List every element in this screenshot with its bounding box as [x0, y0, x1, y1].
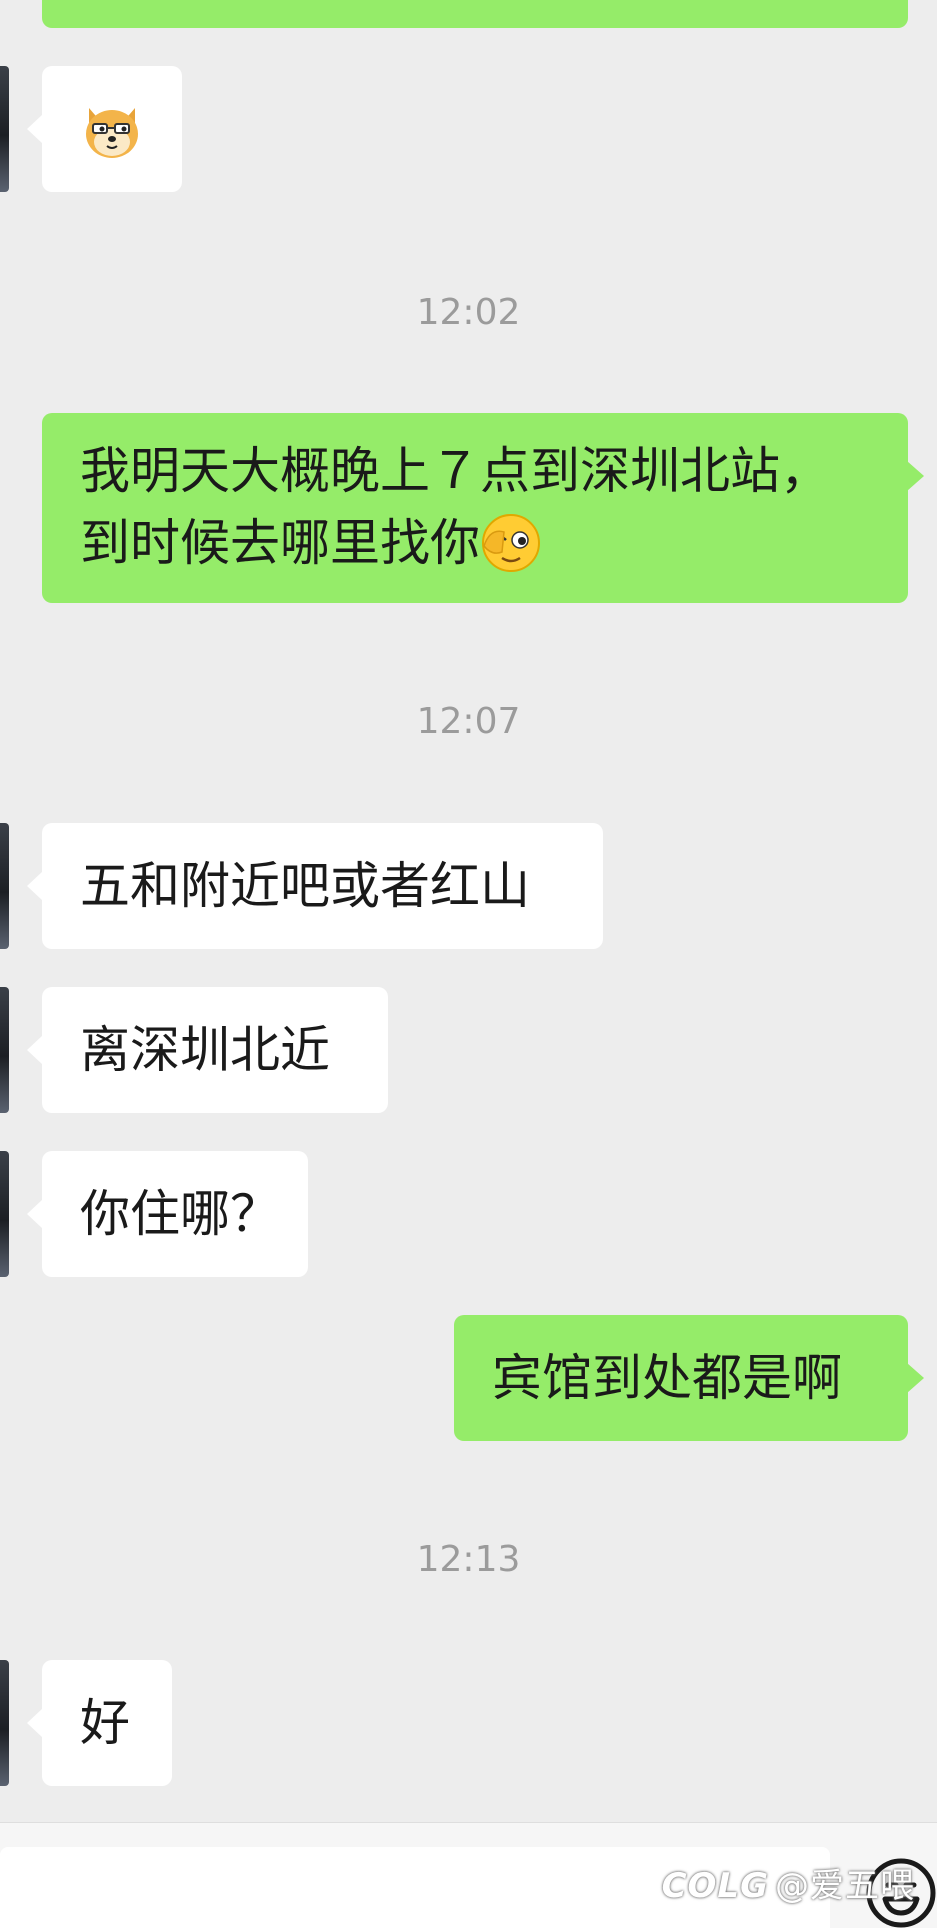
contact-avatar[interactable]	[0, 1660, 9, 1786]
sticker-message-bubble[interactable]	[27, 66, 182, 192]
outgoing-message-bubble[interactable]: 宾馆到处都是啊	[454, 1315, 924, 1441]
incoming-message-bubble[interactable]: 好	[27, 1660, 172, 1786]
contact-avatar[interactable]	[0, 1151, 9, 1277]
wink-face-emoji-icon	[482, 513, 540, 572]
message-text: 宾馆到处都是啊	[492, 1349, 842, 1407]
incoming-message-bubble[interactable]: 你住哪？	[27, 1151, 308, 1277]
message-text: 离深圳北近	[80, 1021, 330, 1079]
chat-window: 12:02 我明天大概晚上７点到深圳北站， 到时候去哪里找你 12:07 五和附…	[0, 0, 937, 1928]
message-timestamp: 12:07	[416, 701, 521, 742]
message-text-line-with-emoji: 到时候去哪里找你	[80, 507, 870, 579]
message-text: 好	[80, 1694, 130, 1752]
message-text-line: 我明天大概晚上７点到深圳北站，	[80, 442, 830, 500]
message-timestamp: 12:02	[416, 292, 521, 333]
message-text: 五和附近吧或者红山	[80, 857, 530, 915]
contact-avatar[interactable]	[0, 823, 9, 949]
partial-outgoing-message[interactable]	[42, 0, 908, 28]
contact-avatar[interactable]	[0, 987, 9, 1113]
contact-avatar[interactable]	[0, 66, 9, 192]
watermark: COLG @爱五喂	[662, 1866, 915, 1906]
incoming-message-bubble[interactable]: 离深圳北近	[27, 987, 388, 1113]
doge-sticker-icon	[86, 108, 138, 158]
watermark-logo: COLG	[661, 1866, 769, 1906]
message-text: 到时候去哪里找你	[80, 514, 480, 572]
message-text: 你住哪？	[80, 1185, 280, 1243]
message-timestamp: 12:13	[416, 1539, 521, 1580]
watermark-handle: @爱五喂	[775, 1866, 915, 1906]
outgoing-message-bubble[interactable]: 我明天大概晚上７点到深圳北站， 到时候去哪里找你	[42, 413, 924, 603]
incoming-message-bubble[interactable]: 五和附近吧或者红山	[27, 823, 603, 949]
